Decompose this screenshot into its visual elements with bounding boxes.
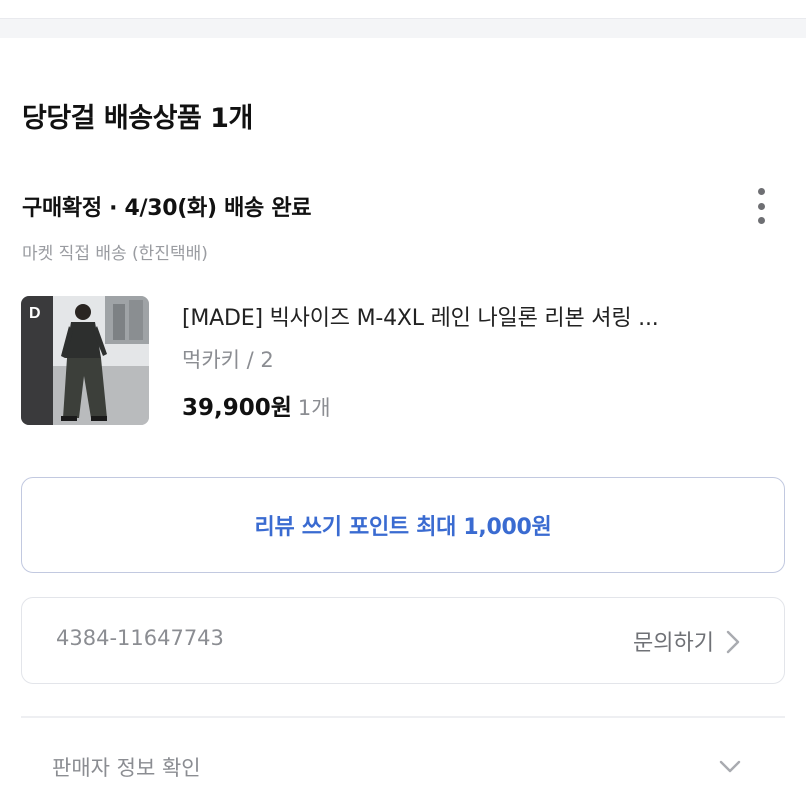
product-photo: D bbox=[21, 296, 149, 425]
more-dot bbox=[757, 188, 765, 195]
thumb-brand-badge: D bbox=[29, 305, 41, 322]
write-review-label: 리뷰 쓰기 포인트 최대 1,000원 bbox=[254, 515, 552, 540]
write-review-button[interactable]: 리뷰 쓰기 포인트 최대 1,000원 bbox=[21, 477, 785, 573]
product-thumbnail[interactable]: D bbox=[21, 296, 149, 425]
more-dot bbox=[757, 217, 765, 224]
section-title: 당당걸 배송상품 1개 bbox=[22, 103, 253, 134]
more-dot bbox=[757, 202, 765, 210]
chevron-down-icon[interactable] bbox=[716, 755, 744, 777]
seller-info-label[interactable]: 판매자 정보 확인 bbox=[52, 752, 201, 782]
product-price-line: 39,900원 1개 bbox=[182, 388, 331, 422]
inquiry-button-label: 문의하기 bbox=[633, 631, 714, 656]
divider bbox=[21, 716, 785, 718]
section-separator bbox=[0, 18, 806, 38]
delivery-status: 구매확정 · 4/30(화) 배송 완료 bbox=[22, 196, 312, 221]
more-vertical-icon[interactable] bbox=[748, 186, 774, 226]
carrier-info: 마켓 직접 배송 (한진택배) bbox=[22, 244, 208, 264]
product-quantity: 1개 bbox=[297, 396, 331, 420]
product-name[interactable]: [MADE] 빅사이즈 M-4XL 레인 나일론 리본 셔링 ... bbox=[182, 300, 659, 332]
inquiry-row[interactable]: 4384-11647743 문의하기 bbox=[21, 597, 785, 684]
chevron-right-icon bbox=[726, 630, 740, 654]
order-number: 4384-11647743 bbox=[56, 626, 224, 650]
product-option: 먹카키 / 2 bbox=[182, 348, 274, 372]
product-price: 39,900원 bbox=[182, 395, 292, 421]
